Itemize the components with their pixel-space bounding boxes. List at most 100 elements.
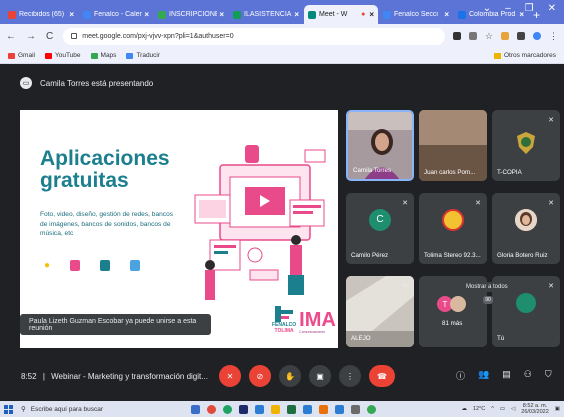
excel-icon[interactable]	[287, 404, 296, 414]
share-icon[interactable]	[468, 32, 477, 40]
close-window-button[interactable]: ✕	[548, 3, 556, 14]
url-text: meet.google.com/pxj-vjvv-xpn?pli=1&authu…	[82, 32, 234, 40]
shield-logo-icon	[517, 132, 535, 154]
url-field[interactable]: meet.google.com/pxj-vjvv-xpn?pli=1&authu…	[63, 27, 445, 45]
camera-off-button[interactable]: ⊘	[249, 365, 271, 387]
tab-meet[interactable]: Meet - W ● ×	[304, 5, 378, 24]
close-icon[interactable]: ×	[294, 10, 299, 19]
network-icon[interactable]: ▭	[500, 406, 505, 412]
calendar-icon	[83, 10, 91, 19]
activities-icon[interactable]: ⚇	[524, 369, 532, 382]
forward-icon[interactable]: →	[26, 31, 36, 42]
calculator-icon[interactable]	[351, 404, 360, 414]
present-button[interactable]: ▣	[309, 365, 331, 387]
participant-name: Camila Torres	[353, 167, 392, 174]
tab-search-icon[interactable]: ⌄	[483, 3, 491, 14]
meeting-info: 8:52 | Webinar - Marketing y transformac…	[21, 371, 208, 381]
screen: Recibidos (65) × Fenalco - Calen × INSCR…	[0, 0, 564, 417]
address-bar-row: ← → C meet.google.com/pxj-vjvv-xpn?pli=1…	[0, 24, 564, 48]
slide-logos: FENALCO TOLIMA IMA Comunicaciones	[272, 306, 336, 334]
illustration	[194, 145, 326, 300]
maximize-button[interactable]: ❐	[525, 3, 534, 14]
chat-icon[interactable]: ▤	[502, 369, 511, 382]
leave-call-button[interactable]: ☎	[369, 365, 395, 387]
tab-fenalco-seccional[interactable]: Fenalco Secci ×	[379, 5, 453, 24]
close-icon[interactable]: ×	[144, 10, 149, 19]
extension-icon[interactable]	[501, 32, 509, 40]
tab-gmail[interactable]: Recibidos (65) ×	[4, 5, 78, 24]
participant-name: Juan carlos Pom...	[424, 169, 476, 176]
outlook-icon[interactable]	[303, 404, 312, 414]
taskbar-search[interactable]: ⚲ Escribe aquí para buscar	[21, 405, 161, 414]
close-icon[interactable]: ×	[69, 10, 74, 19]
file-explorer-icon[interactable]	[271, 404, 280, 414]
avatar-letter: C	[376, 214, 384, 226]
close-icon[interactable]: ×	[369, 10, 374, 19]
firefox-icon[interactable]	[319, 404, 328, 414]
participant-tile-camila-torres[interactable]: Camila Torres	[346, 110, 414, 181]
chrome-icon[interactable]	[207, 404, 216, 414]
microphone-off-button[interactable]: ✕	[219, 365, 241, 387]
more-vert-icon: ⋮	[346, 371, 354, 381]
show-everyone-tooltip: Mostrar a todos	[461, 282, 513, 292]
bookmark-youtube[interactable]: YouTube	[44, 52, 81, 59]
other-bookmarks[interactable]: Otros marcadores	[493, 52, 556, 59]
slide-title: Aplicaciones gratuitas	[40, 147, 170, 192]
premiere-icon[interactable]	[239, 404, 248, 414]
avatar	[515, 208, 537, 231]
people-icon[interactable]: 👥	[478, 369, 489, 382]
camera-off-icon: ⊘	[256, 371, 264, 381]
bookmark-maps[interactable]: Maps	[90, 52, 116, 59]
star-icon[interactable]: ☆	[485, 31, 493, 42]
muted-icon: ✕	[548, 283, 554, 290]
laptop-icon	[130, 260, 141, 271]
participant-tile-tolima-stereo[interactable]: ✕ Tolima Stereo 92.3...	[419, 193, 487, 264]
lightbulb-icon: ●	[44, 260, 51, 271]
word-icon[interactable]	[255, 404, 264, 414]
participant-tile-t-copia[interactable]: ✕ T-COPIA	[492, 110, 560, 181]
more-avatars: T	[437, 296, 466, 312]
bookmark-translate[interactable]: Traducir	[126, 52, 160, 59]
chevron-up-icon[interactable]: ^	[491, 406, 494, 412]
tab-asistencia[interactable]: ILASISTENCIA ×	[229, 5, 303, 24]
clock[interactable]: 8:52 a. m. 26/03/2022	[521, 403, 549, 415]
participant-tile-gloria-botero[interactable]: ✕ Gloria Botero Ruiz	[492, 193, 560, 264]
camera-icon[interactable]	[452, 32, 461, 40]
participant-name: ALEJO	[351, 335, 371, 342]
meeting-controls-bar: 8:52 | Webinar - Marketing y transformac…	[0, 361, 564, 391]
participant-tile-juan-carlos[interactable]: Juan carlos Pom...	[419, 110, 487, 181]
tab-fenalco-calendar[interactable]: Fenalco - Calen ×	[79, 5, 153, 24]
shared-slide: Aplicaciones gratuitas Foto, video, dise…	[20, 110, 338, 348]
participant-tile-camilo-perez[interactable]: ✕ C Camilo Pérez	[346, 193, 414, 264]
search-icon: ⚲	[21, 406, 26, 413]
raise-hand-button[interactable]: ✋	[279, 365, 301, 387]
muted-icon: ✕	[475, 200, 481, 207]
minimize-button[interactable]: –	[505, 3, 511, 14]
notifications-icon[interactable]: ▣	[555, 406, 560, 412]
volume-icon[interactable]: ◁	[511, 406, 515, 412]
more-options-button[interactable]: ⋮	[339, 365, 361, 387]
info-icon[interactable]: ⓘ	[456, 369, 465, 382]
menu-icon[interactable]: ⋮	[549, 31, 558, 42]
tab-inscripciones[interactable]: INSCRIPCIONES ×	[154, 5, 228, 24]
profile-icon[interactable]	[533, 32, 541, 40]
host-controls-icon[interactable]: ⛉	[545, 369, 552, 382]
meet-icon	[308, 10, 316, 19]
puzzle-icon[interactable]	[517, 32, 525, 40]
close-icon[interactable]: ×	[444, 10, 449, 19]
meet-window: ▭ Camila Torres está presentando Aplicac…	[0, 64, 564, 401]
bookmark-gmail[interactable]: Gmail	[8, 52, 35, 59]
browser-toolbar-icons: ☆ ⋮	[452, 31, 558, 42]
chrome-profile-icon[interactable]	[367, 404, 376, 414]
reload-icon[interactable]: C	[46, 31, 53, 42]
close-icon[interactable]: ×	[219, 10, 224, 19]
presenter-banner: ▭ Camila Torres está presentando	[20, 77, 153, 89]
windows-start-icon[interactable]	[4, 404, 13, 414]
task-view-icon[interactable]	[191, 404, 200, 414]
participant-tile-alejo[interactable]: ✕ ALEJO	[346, 276, 414, 347]
spotify-icon[interactable]	[223, 404, 232, 414]
more-count: 81 más	[442, 320, 463, 327]
back-icon[interactable]: ←	[6, 31, 16, 42]
store-icon[interactable]	[335, 404, 344, 414]
join-notification[interactable]: Paula Lizeth Guzman Escobar ya puede uni…	[20, 314, 211, 335]
